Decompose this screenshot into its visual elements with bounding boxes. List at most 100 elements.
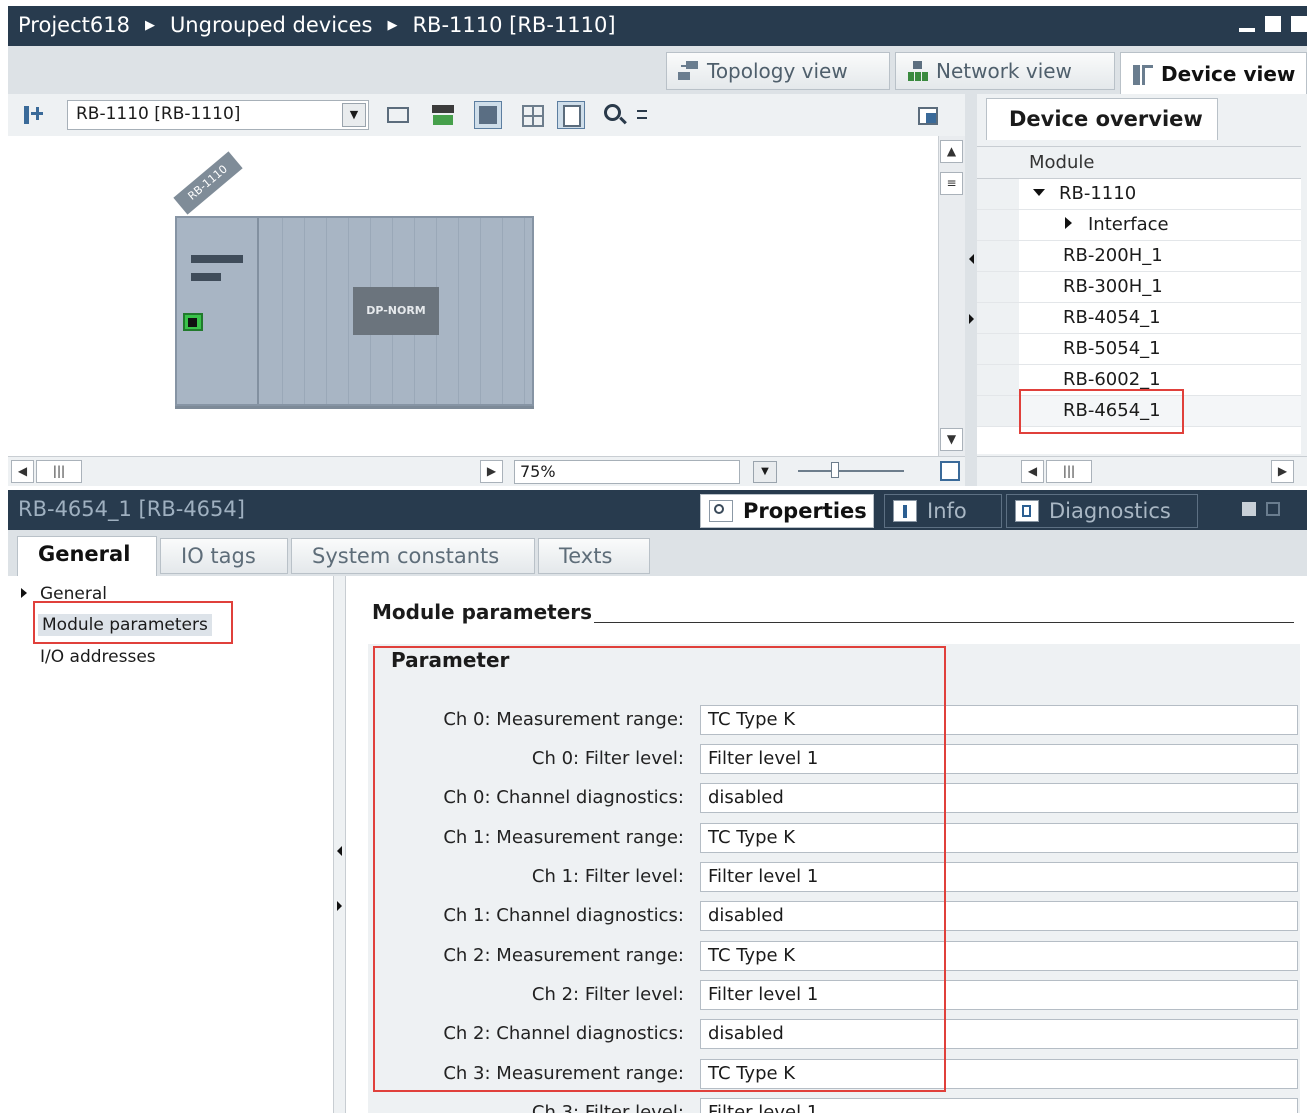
chevron-down-icon[interactable]: ▼ [342, 103, 366, 127]
section-divider [594, 622, 1294, 623]
zoom-slider-handle[interactable] [831, 462, 839, 478]
collapse-left-icon[interactable] [969, 254, 974, 264]
chevron-up-icon[interactable]: ▲ [940, 140, 963, 163]
chevron-right-icon[interactable]: ▶ [1271, 460, 1294, 483]
param-value-field[interactable]: TC Type K [700, 1059, 1298, 1089]
device-select-value: RB-1110 [RB-1110] [76, 104, 241, 124]
dp-norm-module[interactable]: DP-NORM [353, 287, 439, 335]
grid-icon[interactable] [518, 101, 546, 129]
param-value-field[interactable]: disabled [700, 901, 1298, 931]
draw-mode-icon[interactable] [474, 101, 502, 129]
table-row[interactable]: Interface [977, 210, 1301, 241]
param-value-field[interactable]: disabled [700, 783, 1298, 813]
module-led-bar [191, 273, 221, 281]
table-row[interactable]: RB-200H_1 [977, 241, 1301, 272]
table-row[interactable]: RB-5054_1 [977, 334, 1301, 365]
param-value-field[interactable]: Filter level 1 [700, 1098, 1298, 1113]
chevron-right-icon[interactable]: ▶ [480, 460, 503, 483]
rack-view-icon[interactable] [383, 101, 411, 129]
expand-icon[interactable] [21, 588, 27, 598]
param-row: Ch 2: Channel diagnostics: disabled [346, 1019, 1298, 1051]
properties-icon [709, 500, 733, 522]
module-parameters-content: Module parameters Parameter Ch 0: Measur… [346, 576, 1307, 1113]
nav-item-io-addresses[interactable]: I/O addresses [40, 647, 156, 667]
fit-view-icon[interactable] [940, 461, 960, 481]
head-module[interactable] [177, 218, 259, 404]
tab-diagnostics[interactable]: Diagnostics [1006, 494, 1198, 528]
panel-splitter[interactable] [965, 94, 977, 486]
minimize-icon[interactable] [1239, 16, 1255, 32]
scroll-thumb[interactable]: ≡ [940, 172, 963, 195]
param-row: Ch 0: Channel diagnostics: disabled [346, 783, 1298, 815]
table-row-selected[interactable]: RB-4654_1 [977, 396, 1301, 427]
param-value-field[interactable]: Filter level 1 [700, 744, 1298, 774]
tab-label: Device view [1161, 61, 1296, 86]
column-header-module[interactable]: Module [977, 147, 1301, 179]
tab-texts[interactable]: Texts [538, 538, 650, 574]
canvas-vertical-scrollbar[interactable]: ▲ ≡ ▼ [938, 136, 965, 456]
param-label: Ch 1: Measurement range: [443, 827, 684, 848]
chevron-left-icon[interactable]: ◀ [1021, 460, 1044, 483]
tab-label: Properties [743, 499, 867, 523]
overview-scrollbar[interactable]: ◀ ||| ▶ [977, 456, 1307, 486]
table-row[interactable]: RB-4054_1 [977, 303, 1301, 334]
zoom-slider[interactable] [798, 470, 904, 472]
horizontal-scroll-thumb[interactable]: ||| [36, 460, 82, 483]
maximize-icon[interactable] [1266, 502, 1280, 516]
device-select[interactable]: RB-1110 [RB-1110] ▼ [67, 100, 369, 130]
param-value-field[interactable]: Filter level 1 [700, 862, 1298, 892]
param-value-field[interactable]: TC Type K [700, 705, 1298, 735]
chevron-left-icon[interactable]: ◀ [11, 460, 34, 483]
collapse-right-icon[interactable] [969, 314, 974, 324]
canvas-status-bar: ◀ ||| ▶ 75% ▼ [8, 456, 965, 486]
param-label: Ch 0: Filter level: [531, 748, 684, 769]
collapse-icon[interactable] [1065, 217, 1072, 229]
param-label: Ch 3: Filter level: [531, 1102, 684, 1113]
tab-device-overview[interactable]: Device overview [986, 98, 1218, 140]
horizontal-scroll-thumb[interactable]: ||| [1046, 460, 1092, 483]
param-value-field[interactable]: TC Type K [700, 823, 1298, 853]
param-label: Ch 2: Filter level: [531, 984, 684, 1005]
nav-item-module-parameters[interactable]: Module parameters [38, 614, 212, 636]
breadcrumb-group[interactable]: Ungrouped devices [170, 13, 373, 37]
float-icon[interactable] [1242, 502, 1256, 516]
tab-device-view[interactable]: Device view [1120, 52, 1307, 94]
tab-properties[interactable]: Properties [700, 494, 874, 528]
collapse-left-icon[interactable] [337, 846, 342, 856]
tab-label: Diagnostics [1049, 499, 1171, 523]
page-break-icon[interactable] [557, 101, 585, 129]
overview-toggle-icon[interactable] [914, 101, 942, 129]
tab-io-tags[interactable]: IO tags [160, 538, 288, 574]
zoom-in-icon[interactable] [601, 101, 629, 129]
tab-topology-view[interactable]: Topology view [666, 52, 890, 90]
navigation-splitter[interactable] [334, 576, 346, 1113]
show-names-icon[interactable] [428, 101, 456, 129]
tab-system-constants[interactable]: System constants [291, 538, 535, 574]
float-icon[interactable] [1265, 16, 1281, 32]
param-value-field[interactable]: Filter level 1 [700, 980, 1298, 1010]
param-label: Ch 2: Channel diagnostics: [443, 1023, 684, 1044]
param-value-field[interactable]: TC Type K [700, 941, 1298, 971]
inspector-title-bar: RB-4654_1 [RB-4654] Properties Info Diag… [8, 490, 1307, 530]
zoom-select[interactable]: 75% ▼ [514, 460, 777, 484]
insert-device-icon[interactable] [18, 101, 46, 129]
maximize-icon[interactable] [1291, 16, 1307, 32]
table-row[interactable]: RB-1110 [977, 179, 1301, 210]
interface-port-icon[interactable] [183, 313, 203, 331]
table-row[interactable]: RB-300H_1 [977, 272, 1301, 303]
param-row: Ch 0: Filter level: Filter level 1 [346, 744, 1298, 776]
breadcrumb-device[interactable]: RB-1110 [RB-1110] [412, 13, 615, 37]
table-row[interactable]: RB-6002_1 [977, 365, 1301, 396]
zoom-dropdown-icon[interactable] [630, 101, 658, 129]
chevron-down-icon[interactable]: ▼ [940, 428, 963, 451]
param-value-field[interactable]: disabled [700, 1019, 1298, 1049]
chevron-down-icon[interactable]: ▼ [753, 461, 777, 483]
breadcrumb-project[interactable]: Project618 [18, 13, 130, 37]
tab-info[interactable]: Info [884, 494, 1002, 528]
device-overview-panel: Device overview Module RB-1110 Interface… [977, 94, 1307, 486]
nav-item-general[interactable]: General [40, 584, 107, 604]
tab-network-view[interactable]: Network view [895, 52, 1115, 90]
tab-general[interactable]: General [17, 536, 157, 576]
expand-icon[interactable] [1033, 189, 1045, 196]
collapse-right-icon[interactable] [337, 901, 342, 911]
